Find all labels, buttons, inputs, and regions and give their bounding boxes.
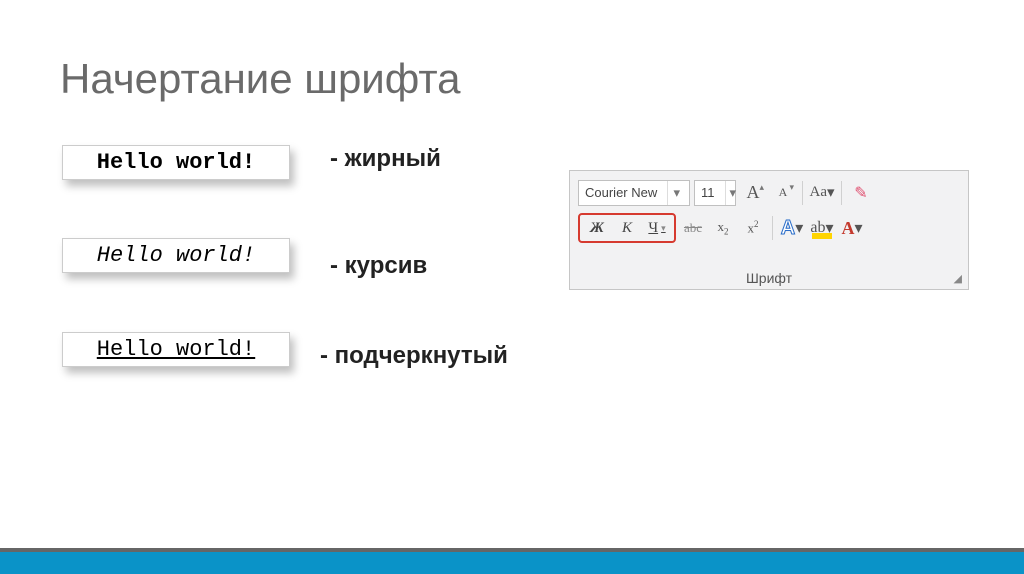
font-size-value: 11 [701,185,715,200]
bold-italic-underline-highlight: Ж К Ч ▾ [578,213,676,243]
dialog-launcher-icon[interactable]: ◢ [954,272,962,285]
example-underline-text: Hello world! [97,337,255,362]
italic-icon: К [622,220,632,237]
font-color-button[interactable]: A ▾ [839,215,865,241]
example-underline-box: Hello world! [62,332,290,367]
bold-icon: Ж [590,220,604,237]
example-bold-box: Hello world! [62,145,290,180]
subscript-button[interactable]: x2 [710,215,736,241]
up-arrow-icon: ▴ [759,182,764,193]
slide-footer-bar [0,552,1024,574]
italic-button[interactable]: К [612,215,642,241]
chevron-down-icon: ▾ [661,223,666,234]
chevron-down-icon: ▾ [667,181,681,205]
down-arrow-icon: ▾ [789,182,794,193]
label-underline: - подчеркнутый [320,342,508,370]
shrink-font-icon: A [779,185,788,200]
chevron-down-icon: ▾ [795,218,803,238]
superscript-icon: x2 [748,219,759,236]
example-italic-text: Hello world! [97,243,255,268]
separator [802,181,803,205]
font-family-value: Courier New [585,185,657,200]
label-bold: - жирный [330,145,441,173]
chevron-down-icon: ▾ [826,218,834,238]
change-case-button[interactable]: Aa ▾ [809,180,835,206]
label-italic: - курсив [330,252,427,280]
grow-font-icon: A [747,182,760,203]
bold-button[interactable]: Ж [582,215,612,241]
underline-icon: Ч [648,220,658,237]
highlight-icon: ab [810,219,825,237]
font-ribbon-group: Courier New ▾ 11 ▾ A ▴ A ▾ Aa ▾ ✎ Ж [569,170,969,290]
slide-title: Начертание шрифта [60,55,461,103]
eraser-icon: ✎ [854,183,867,203]
ribbon-group-caption: Шрифт [570,270,968,286]
ribbon-row-bottom: Ж К Ч ▾ abc x2 x2 A ▾ ab ▾ A [570,209,968,247]
example-italic-box: Hello world! [62,238,290,273]
font-family-select[interactable]: Courier New ▾ [578,180,690,206]
change-case-icon: Aa [809,184,827,201]
highlight-button[interactable]: ab ▾ [809,215,835,241]
grow-font-button[interactable]: A ▴ [740,180,766,206]
font-color-icon: A [841,218,854,239]
strikethrough-button[interactable]: abc [680,215,706,241]
underline-button[interactable]: Ч ▾ [642,215,672,241]
clear-formatting-button[interactable]: ✎ [848,180,874,206]
text-effects-button[interactable]: A ▾ [779,215,805,241]
example-bold-text: Hello world! [97,150,255,175]
chevron-down-icon: ▾ [854,218,862,238]
superscript-button[interactable]: x2 [740,215,766,241]
shrink-font-button[interactable]: A ▾ [770,180,796,206]
separator [841,181,842,205]
strikethrough-icon: abc [684,220,702,236]
font-size-select[interactable]: 11 ▾ [694,180,736,206]
separator [772,216,773,240]
ribbon-row-top: Courier New ▾ 11 ▾ A ▴ A ▾ Aa ▾ ✎ [570,171,968,209]
subscript-icon: x2 [718,219,729,237]
chevron-down-icon: ▾ [725,181,737,205]
text-effects-icon: A [781,217,795,240]
chevron-down-icon: ▾ [827,183,835,202]
